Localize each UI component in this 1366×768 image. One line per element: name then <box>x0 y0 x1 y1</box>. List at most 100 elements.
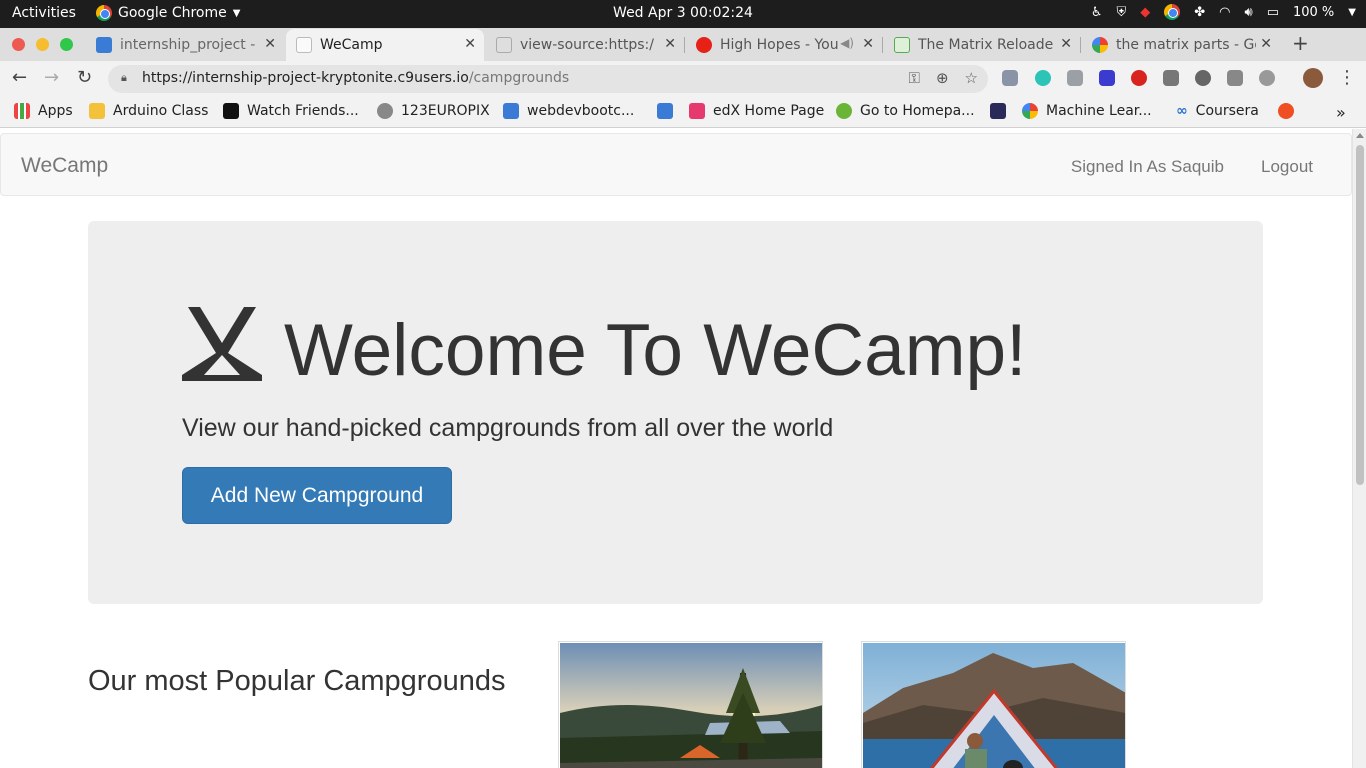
bookmark-watch-friends[interactable]: Watch Friends... <box>223 103 359 119</box>
campground-thumbnail-lake-tent[interactable] <box>861 641 1126 768</box>
address-bar[interactable]: 🔒︎ https://internship-project-kryptonite… <box>108 65 988 93</box>
accessibility-icon[interactable]: ♿ <box>1091 5 1103 20</box>
tab-separator <box>684 37 685 53</box>
forest-sunset-image <box>560 643 822 768</box>
bookmark-music[interactable] <box>1278 103 1294 119</box>
jumbotron: Welcome To WeCamp! View our hand-picked … <box>88 221 1263 604</box>
bookmark-webdevbootcamp[interactable]: webdevbootc... <box>503 103 634 119</box>
reload-button[interactable]: ↻ <box>77 67 92 88</box>
bookmark-label: Apps <box>38 103 73 119</box>
audio-playing-icon[interactable]: ◀) <box>840 36 854 50</box>
google-icon <box>1022 103 1038 119</box>
chrome-tray-icon[interactable] <box>1164 4 1181 20</box>
volume-icon[interactable]: 🔊︎ <box>1244 5 1252 20</box>
bookmark-123europix[interactable]: 123EUROPIX <box>377 103 490 119</box>
close-window-button[interactable] <box>12 38 25 51</box>
wifi-icon[interactable]: ◠ <box>1219 5 1230 20</box>
play-icon <box>836 103 852 119</box>
bookmark-label: 123EUROPIX <box>401 103 490 119</box>
system-tray[interactable]: ♿ ⛨ ◆ ✤ ◠ 🔊︎ ▭ 100 % ▼ <box>1091 4 1356 20</box>
profile-avatar[interactable] <box>1303 68 1323 88</box>
clock[interactable]: Wed Apr 3 00:02:24 <box>613 5 753 21</box>
close-icon[interactable]: ✕ <box>664 36 676 52</box>
minimize-window-button[interactable] <box>36 38 49 51</box>
tab-view-source[interactable]: view-source:https:/ ✕ <box>486 29 684 61</box>
battery-icon[interactable]: ▭ <box>1267 5 1279 20</box>
bookmarks-overflow-button[interactable]: » <box>1336 103 1346 122</box>
lead-text: View our hand-picked campgrounds from al… <box>182 414 834 442</box>
shield-icon[interactable]: ⛨ <box>1116 5 1126 20</box>
tab-google-search[interactable]: the matrix parts - Go ✕ <box>1082 29 1280 61</box>
chevron-down-icon[interactable]: ▼ <box>1348 7 1356 18</box>
page-scrollbar[interactable] <box>1352 129 1366 768</box>
scroll-up-arrow[interactable] <box>1356 133 1364 138</box>
play-icon <box>377 103 393 119</box>
close-icon[interactable]: ✕ <box>1060 36 1072 52</box>
cloud9-icon <box>657 103 673 119</box>
new-tab-button[interactable]: + <box>1292 31 1309 55</box>
extension-compass-icon[interactable] <box>1259 70 1275 86</box>
menu-kebab-icon[interactable]: ⋮ <box>1338 67 1356 88</box>
chevron-down-icon: ▼ <box>232 7 241 19</box>
extension-puzzle-icon[interactable] <box>1099 70 1115 86</box>
url-host: https://internship-project-kryptonite.c9… <box>142 70 469 86</box>
bookmark-unnamed[interactable] <box>990 103 1006 119</box>
bookmark-apps[interactable]: Apps <box>14 103 73 119</box>
tab-matrix-reloaded[interactable]: The Matrix Reloade ✕ <box>884 29 1080 61</box>
close-icon[interactable]: ✕ <box>862 36 874 52</box>
back-button[interactable]: ← <box>12 67 27 88</box>
bookmarks-bar: Apps Arduino Class Watch Friends... 123E… <box>0 96 1366 128</box>
tab-label: High Hopes - You <box>720 37 839 53</box>
campground-thumbnail-forest[interactable] <box>558 641 823 768</box>
maximize-window-button[interactable] <box>60 38 73 51</box>
bookmark-coursera[interactable]: ∞ Coursera <box>1176 103 1259 119</box>
signed-in-link[interactable]: Signed In As Saquib <box>1071 157 1224 177</box>
bookmark-arduino[interactable]: Arduino Class <box>89 103 208 119</box>
tab-internship-project[interactable]: internship_project - ✕ <box>86 29 284 61</box>
bookmark-cloud9[interactable] <box>657 103 673 119</box>
bookmark-label: webdevbootc... <box>527 103 635 119</box>
bookmark-star-icon[interactable]: ☆ <box>965 69 978 87</box>
tab-label: view-source:https:/ <box>520 37 654 53</box>
extension-cast-icon[interactable] <box>1163 70 1179 86</box>
extension-m-icon[interactable] <box>1035 70 1051 86</box>
extension-cloud-icon[interactable] <box>1195 70 1211 86</box>
bookmark-label: Coursera <box>1195 103 1259 119</box>
bookmark-edx[interactable]: edX Home Page <box>689 103 824 119</box>
extension-shield-icon[interactable] <box>1002 70 1018 86</box>
extension-window-icon[interactable] <box>1227 70 1243 86</box>
edx-icon <box>689 103 705 119</box>
logout-link[interactable]: Logout <box>1261 157 1313 177</box>
youtube-icon <box>696 37 712 53</box>
bookmark-machine-learning[interactable]: Machine Lear... <box>1022 103 1152 119</box>
tab-label: internship_project - <box>120 37 256 53</box>
tab-high-hopes[interactable]: High Hopes - You ◀) ✕ <box>686 29 882 61</box>
activities-button[interactable]: Activities <box>12 5 76 21</box>
extension-copy-icon[interactable] <box>1067 70 1083 86</box>
close-icon[interactable]: ✕ <box>264 36 276 52</box>
key-icon[interactable]: ⚿ <box>909 69 920 87</box>
url-text[interactable]: https://internship-project-kryptonite.c9… <box>142 70 569 86</box>
tab-wecamp[interactable]: WeCamp ✕ <box>286 29 484 61</box>
close-icon[interactable]: ✕ <box>1260 36 1272 52</box>
adblock-icon[interactable] <box>1131 70 1147 86</box>
tab-label: The Matrix Reloade <box>918 37 1054 53</box>
cloud9-icon <box>96 37 112 53</box>
browser-toolbar: ← → ↻ 🔒︎ https://internship-project-kryp… <box>0 61 1366 96</box>
tray-app-icon[interactable]: ◆ <box>1140 5 1150 20</box>
bookmark-go-to-homepage[interactable]: Go to Homepa... <box>836 103 975 119</box>
tab-separator <box>1080 37 1081 53</box>
scrollbar-thumb[interactable] <box>1356 145 1364 485</box>
add-campground-button[interactable]: Add New Campground <box>182 467 452 524</box>
forward-button[interactable]: → <box>44 67 59 88</box>
battery-level: 100 % <box>1292 4 1335 20</box>
bookmark-label: Watch Friends... <box>247 103 359 119</box>
close-icon[interactable]: ✕ <box>464 36 476 52</box>
zoom-icon[interactable]: ⊕ <box>936 69 949 87</box>
dropbox-icon[interactable]: ✤ <box>1194 5 1205 20</box>
navbar-brand[interactable]: WeCamp <box>21 154 108 178</box>
site-icon <box>223 103 239 119</box>
google-icon <box>1092 37 1108 53</box>
app-menu[interactable]: Google Chrome ▼ <box>96 5 240 21</box>
lock-icon[interactable]: 🔒︎ <box>121 71 127 85</box>
